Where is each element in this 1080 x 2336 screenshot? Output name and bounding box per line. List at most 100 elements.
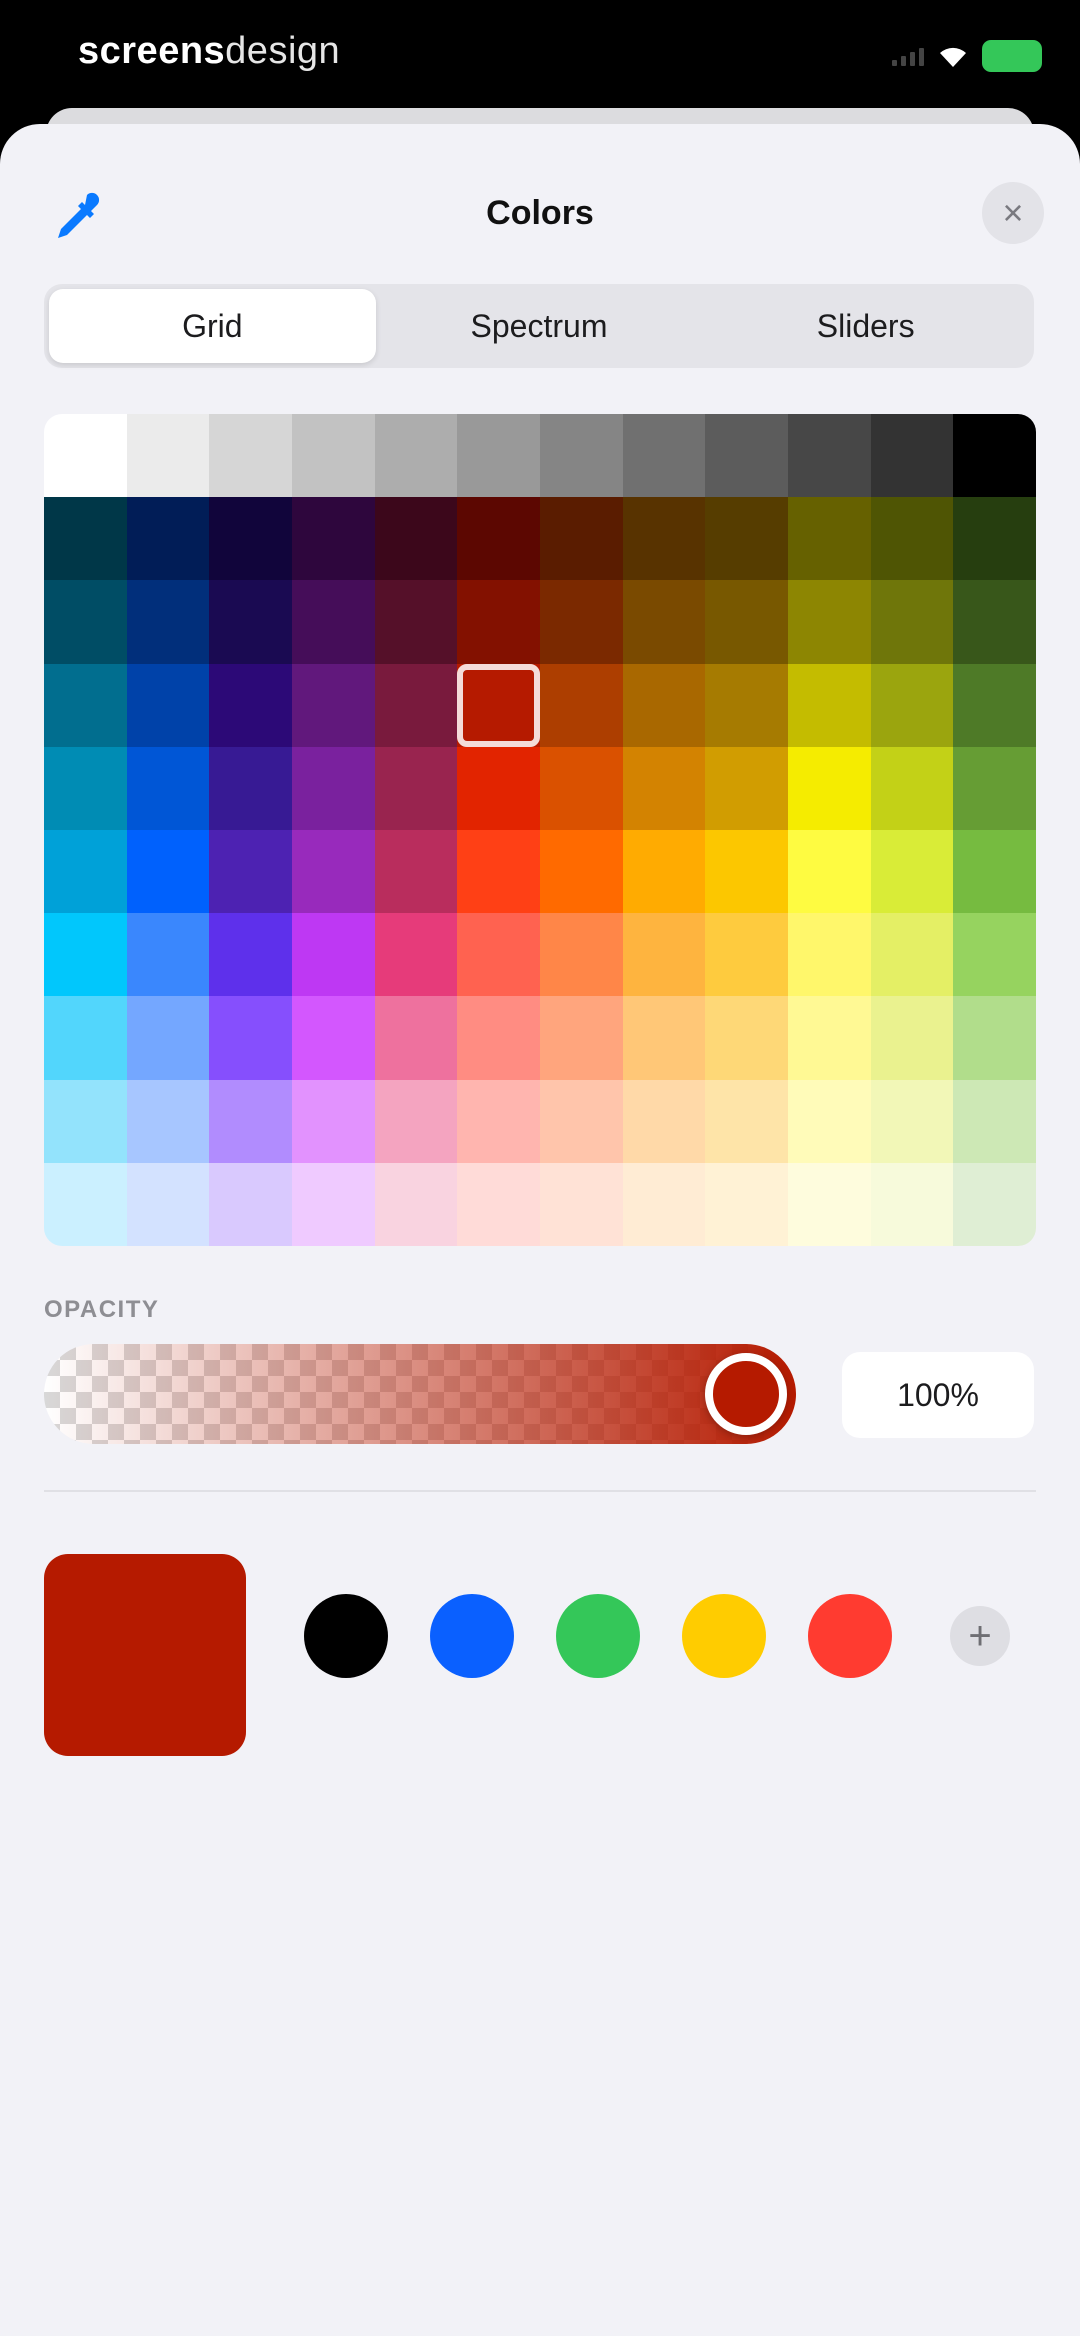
color-cell[interactable] — [953, 1079, 1036, 1163]
color-cell[interactable] — [787, 996, 871, 1080]
opacity-value-field[interactable]: 100% — [842, 1352, 1034, 1438]
color-cell[interactable] — [44, 580, 127, 664]
color-cell[interactable] — [44, 996, 127, 1080]
color-cell[interactable] — [622, 580, 706, 664]
color-cell[interactable] — [705, 663, 788, 747]
opacity-slider-thumb[interactable] — [705, 1353, 787, 1435]
color-cell[interactable] — [44, 829, 127, 914]
color-cell[interactable] — [457, 996, 540, 1080]
color-cell[interactable] — [126, 829, 210, 914]
color-cell[interactable] — [622, 913, 706, 997]
color-cell[interactable] — [705, 580, 788, 664]
color-cell[interactable] — [374, 497, 458, 581]
color-cell[interactable] — [374, 746, 458, 830]
color-cell[interactable] — [44, 663, 127, 747]
swatch-blue[interactable] — [430, 1594, 514, 1678]
tab-grid[interactable]: Grid — [49, 289, 376, 363]
add-swatch-button[interactable]: + — [950, 1606, 1010, 1666]
color-cell[interactable] — [44, 1162, 127, 1246]
opacity-slider[interactable] — [44, 1344, 796, 1444]
color-cell[interactable] — [457, 746, 540, 830]
color-cell[interactable] — [539, 1162, 623, 1246]
color-cell[interactable] — [870, 663, 954, 747]
color-cell[interactable] — [209, 746, 292, 830]
color-cell[interactable] — [539, 913, 623, 997]
color-cell[interactable] — [374, 996, 458, 1080]
color-cell[interactable] — [374, 1079, 458, 1163]
color-cell[interactable] — [870, 1079, 954, 1163]
color-cell[interactable] — [705, 497, 788, 581]
color-cell[interactable] — [622, 996, 706, 1080]
color-cell[interactable] — [209, 663, 292, 747]
color-cell[interactable] — [622, 497, 706, 581]
color-cell[interactable] — [374, 913, 458, 997]
color-cell[interactable] — [705, 913, 788, 997]
color-cell[interactable] — [291, 746, 375, 830]
color-cell[interactable] — [126, 497, 210, 581]
color-cell[interactable] — [622, 1079, 706, 1163]
color-cell[interactable] — [44, 913, 127, 997]
color-cell[interactable] — [787, 913, 871, 997]
color-cell[interactable] — [705, 746, 788, 830]
color-cell[interactable] — [622, 414, 706, 498]
color-cell[interactable] — [622, 1162, 706, 1246]
color-cell[interactable] — [539, 996, 623, 1080]
color-cell[interactable] — [291, 663, 375, 747]
color-cell[interactable] — [953, 746, 1036, 830]
color-cell[interactable] — [374, 580, 458, 664]
color-cell[interactable] — [209, 497, 292, 581]
color-cell[interactable] — [870, 996, 954, 1080]
color-cell[interactable] — [291, 996, 375, 1080]
color-cell[interactable] — [457, 1079, 540, 1163]
color-cell[interactable] — [126, 580, 210, 664]
color-cell[interactable] — [539, 497, 623, 581]
color-cell[interactable] — [291, 580, 375, 664]
color-cell[interactable] — [622, 663, 706, 747]
color-cell[interactable] — [209, 1162, 292, 1246]
color-cell[interactable] — [457, 580, 540, 664]
color-cell[interactable] — [209, 414, 292, 498]
color-cell[interactable] — [539, 829, 623, 914]
swatch-black[interactable] — [304, 1594, 388, 1678]
color-cell[interactable] — [539, 1079, 623, 1163]
color-cell[interactable] — [126, 414, 210, 498]
swatch-red[interactable] — [808, 1594, 892, 1678]
color-cell[interactable] — [457, 414, 540, 498]
color-cell[interactable] — [787, 829, 871, 914]
color-cell[interactable] — [622, 746, 706, 830]
color-cell[interactable] — [291, 497, 375, 581]
color-cell[interactable] — [209, 913, 292, 997]
color-cell[interactable] — [870, 580, 954, 664]
swatch-green[interactable] — [556, 1594, 640, 1678]
color-cell[interactable] — [291, 1079, 375, 1163]
color-cell[interactable] — [374, 1162, 458, 1246]
color-cell[interactable] — [291, 829, 375, 914]
color-cell[interactable] — [622, 829, 706, 914]
color-cell[interactable] — [291, 414, 375, 498]
color-cell[interactable] — [209, 1079, 292, 1163]
color-cell[interactable] — [44, 1079, 127, 1163]
color-cell[interactable] — [291, 913, 375, 997]
color-cell[interactable] — [374, 663, 458, 747]
color-cell[interactable] — [870, 746, 954, 830]
close-button[interactable]: × — [982, 182, 1044, 244]
color-cell[interactable] — [953, 829, 1036, 914]
color-cell[interactable] — [457, 663, 540, 747]
color-cell[interactable] — [374, 414, 458, 498]
color-cell[interactable] — [953, 497, 1036, 581]
color-cell[interactable] — [870, 1162, 954, 1246]
color-cell[interactable] — [705, 1079, 788, 1163]
color-cell[interactable] — [787, 746, 871, 830]
color-cell[interactable] — [953, 913, 1036, 997]
color-cell[interactable] — [457, 829, 540, 914]
color-cell[interactable] — [705, 829, 788, 914]
color-cell[interactable] — [705, 996, 788, 1080]
color-cell[interactable] — [539, 746, 623, 830]
color-cell[interactable] — [787, 1079, 871, 1163]
color-cell[interactable] — [953, 580, 1036, 664]
color-cell[interactable] — [787, 497, 871, 581]
color-cell[interactable] — [539, 414, 623, 498]
color-cell[interactable] — [126, 913, 210, 997]
tab-sliders[interactable]: Sliders — [702, 289, 1029, 363]
color-cell[interactable] — [787, 1162, 871, 1246]
